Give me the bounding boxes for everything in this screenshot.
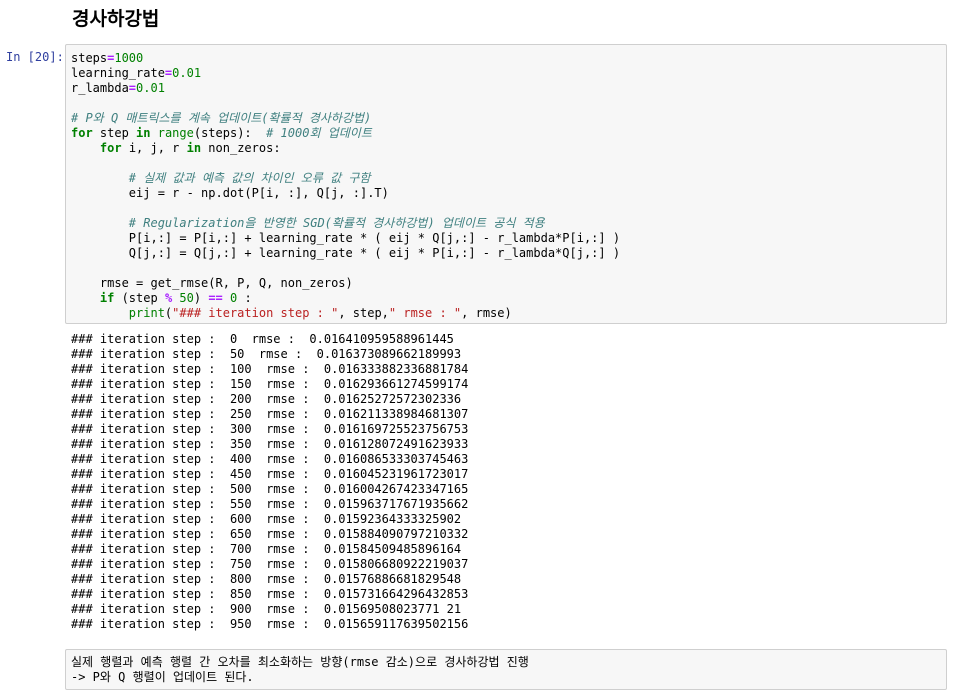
output-line: ### iteration step : 400 rmse : 0.016086… — [71, 452, 469, 466]
markdown-line: -> P와 Q 행렬이 업데이트 된다. — [71, 670, 254, 684]
code-comment: # P와 Q 매트릭스를 계속 업데이트(확률적 경사하강법) — [71, 111, 372, 125]
code-line: eij = r - np.dot(P[i, :], Q[j, :].T) — [71, 186, 389, 200]
section-heading: 경사하강법 — [72, 8, 160, 30]
output-line: ### iteration step : 450 rmse : 0.016045… — [71, 467, 469, 481]
output-line: ### iteration step : 200 rmse : 0.016252… — [71, 392, 462, 406]
code-line: for i, j, r in non_zeros: — [99, 141, 281, 155]
output-line: ### iteration step : 700 rmse : 0.015845… — [71, 542, 462, 556]
code-line: print("### iteration step : ", step," rm… — [128, 306, 512, 320]
output-line: ### iteration step : 950 rmse : 0.015659… — [71, 617, 469, 631]
code-line: P[i,:] = P[i,:] + learning_rate * ( eij … — [71, 231, 621, 245]
output-line: ### iteration step : 600 rmse : 0.015923… — [71, 512, 462, 526]
code-comment: # 실제 값과 예측 값의 차이인 오류 값 구함 — [128, 171, 371, 185]
code-cell[interactable]: steps=1000 learning_rate=0.01 r_lambda=0… — [65, 44, 947, 324]
output-line: ### iteration step : 150 rmse : 0.016293… — [71, 377, 469, 391]
output-line: ### iteration step : 500 rmse : 0.016004… — [71, 482, 469, 496]
cell-output: ### iteration step : 0 rmse : 0.01641095… — [71, 332, 468, 632]
code-line: if (step % 50) == 0 : — [99, 291, 252, 305]
output-line: ### iteration step : 900 rmse : 0.015695… — [71, 602, 462, 616]
output-line: ### iteration step : 750 rmse : 0.015806… — [71, 557, 469, 571]
output-line: ### iteration step : 250 rmse : 0.016211… — [71, 407, 469, 421]
output-line: ### iteration step : 850 rmse : 0.015731… — [71, 587, 469, 601]
code-line: steps=1000 — [71, 51, 144, 65]
output-line: ### iteration step : 800 rmse : 0.015768… — [71, 572, 462, 586]
code-editor[interactable]: steps=1000 learning_rate=0.01 r_lambda=0… — [71, 51, 620, 321]
code-line: r_lambda=0.01 — [71, 81, 165, 95]
code-line: learning_rate=0.01 — [71, 66, 202, 80]
output-line: ### iteration step : 0 rmse : 0.01641095… — [71, 332, 454, 346]
markdown-line: 실제 행렬과 예측 행렬 간 오차를 최소화하는 방향(rmse 감소)으로 경… — [71, 655, 529, 669]
code-comment: # Regularization을 반영한 SGD(확률적 경사하강법) 업데이… — [128, 216, 545, 230]
output-line: ### iteration step : 550 rmse : 0.015963… — [71, 497, 469, 511]
output-line: ### iteration step : 100 rmse : 0.016333… — [71, 362, 469, 376]
cell-prompt: In [20]: — [6, 50, 64, 64]
output-line: ### iteration step : 650 rmse : 0.015884… — [71, 527, 469, 541]
code-line: rmse = get_rmse(R, P, Q, non_zeros) — [71, 276, 353, 290]
output-line: ### iteration step : 50 rmse : 0.0163730… — [71, 347, 462, 361]
code-line: for step in range(steps): # 1000회 업데이트 — [71, 126, 372, 140]
markdown-cell[interactable]: 실제 행렬과 예측 행렬 간 오차를 최소화하는 방향(rmse 감소)으로 경… — [65, 649, 947, 690]
code-line: Q[j,:] = Q[j,:] + learning_rate * ( eij … — [71, 246, 621, 260]
output-line: ### iteration step : 350 rmse : 0.016128… — [71, 437, 469, 451]
output-line: ### iteration step : 300 rmse : 0.016169… — [71, 422, 469, 436]
